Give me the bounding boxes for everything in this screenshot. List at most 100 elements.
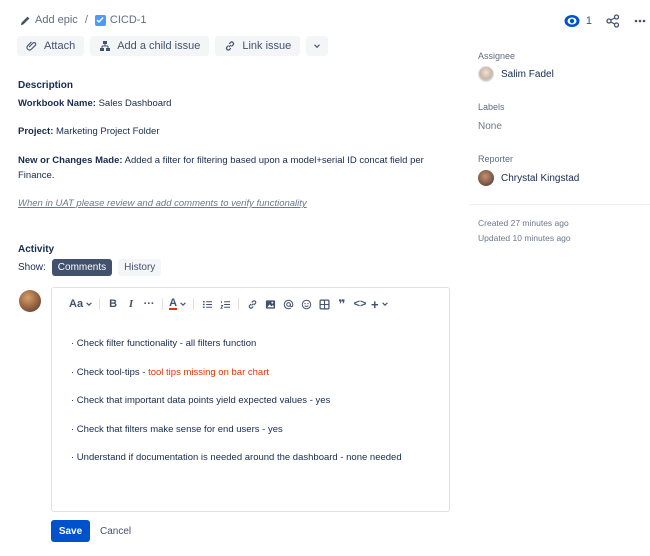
italic-button[interactable]: I <box>124 296 138 312</box>
toolbar-divider <box>99 298 101 310</box>
text-color-label: A <box>169 297 178 310</box>
save-button[interactable]: Save <box>51 520 90 542</box>
reporter-name: Chrystal Kingstad <box>501 172 580 184</box>
code-button[interactable]: <> <box>353 296 367 312</box>
line-text: · Check that important data points yield… <box>71 395 331 406</box>
cancel-button[interactable]: Cancel <box>100 520 131 542</box>
table-icon <box>319 299 330 309</box>
link-icon <box>248 299 256 309</box>
link-issue-button[interactable]: Link issue <box>215 36 301 56</box>
add-child-label: Add a child issue <box>117 40 201 52</box>
add-epic-link[interactable]: Add epic <box>20 14 78 26</box>
tab-comments[interactable]: Comments <box>51 259 113 276</box>
avatar <box>19 290 41 312</box>
comment-body[interactable]: · Check filter functionality - all filte… <box>71 338 402 481</box>
changes-line: New or Changes Made: Added a filter for … <box>18 153 438 183</box>
comment-line: · Check that important data points yield… <box>71 395 402 424</box>
issue-actions: Attach Add a child issue Link issue <box>17 36 329 56</box>
show-label: Show: <box>18 262 46 273</box>
line-text: · Check that filters make sense for end … <box>71 423 283 435</box>
paperclip-icon <box>26 41 37 51</box>
toolbar-divider <box>193 298 195 310</box>
changes-label: New or Changes Made: <box>18 155 123 166</box>
avatar <box>478 170 494 186</box>
checkbox-icon <box>94 14 106 26</box>
project-label: Project: <box>18 126 54 137</box>
line-text: · Check tool-tips - <box>71 366 149 378</box>
comment-line: · Check filter functionality - all filte… <box>71 338 402 367</box>
assignee-label: Assignee <box>478 51 516 61</box>
add-child-issue-button[interactable]: Add a child issue <box>90 36 210 56</box>
bullet-list-button[interactable] <box>200 296 214 312</box>
emoji-icon <box>301 299 311 309</box>
header-actions: 1 <box>564 14 646 28</box>
comment-line: · Understand if documentation is needed … <box>71 452 402 481</box>
pencil-icon <box>20 16 30 25</box>
toolbar-divider <box>162 298 164 310</box>
link-issue-label: Link issue <box>242 40 292 52</box>
assignee-name: Salim Fadel <box>501 68 554 80</box>
table-button[interactable] <box>317 296 331 312</box>
eye-icon <box>564 15 580 27</box>
line-text: · Check filter functionality - all filte… <box>71 338 257 349</box>
comment-line: · Check tool-tips - tool tips missing on… <box>71 367 402 396</box>
uat-note: When in UAT please review and add commen… <box>18 198 307 209</box>
more-icon[interactable] <box>634 19 646 23</box>
editor-toolbar: Aa B I ··· A ❞ <> + <box>69 296 393 312</box>
assignee-field[interactable]: Salim Fadel <box>478 66 554 82</box>
tab-history[interactable]: History <box>118 259 162 276</box>
reporter-label: Reporter <box>478 154 514 164</box>
chevron-down-icon <box>314 44 321 49</box>
attach-button[interactable]: Attach <box>17 36 85 56</box>
project-line: Project: Marketing Project Folder <box>18 124 438 139</box>
text-style-label: Aa <box>69 298 84 310</box>
avatar <box>478 66 494 82</box>
workbook-value: Sales Dashboard <box>95 98 172 109</box>
activity-filter: Show: Comments History <box>18 259 162 276</box>
line-highlight: tool tips missing on bar chart <box>148 366 269 378</box>
reporter-field[interactable]: Chrystal Kingstad <box>478 170 579 186</box>
text-style-button[interactable]: Aa <box>69 296 93 312</box>
activity-heading: Activity <box>18 244 55 255</box>
labels-label: Labels <box>478 102 505 112</box>
workbook-line: Workbook Name: Sales Dashboard <box>18 96 438 111</box>
hierarchy-icon <box>100 41 111 51</box>
chevron-down-icon <box>86 302 92 306</box>
link-icon <box>226 41 235 51</box>
insert-button[interactable]: + <box>371 296 389 312</box>
chevron-down-icon <box>381 302 388 306</box>
comment-line: · Check that filters make sense for end … <box>71 424 402 453</box>
numbered-list-icon <box>219 300 230 309</box>
emoji-button[interactable] <box>299 296 313 312</box>
chevron-down-icon <box>180 302 186 306</box>
comment-editor[interactable]: Aa B I ··· A ❞ <> + · Check filter funct… <box>51 287 450 512</box>
share-icon[interactable] <box>606 14 620 28</box>
numbered-list-button[interactable] <box>218 296 232 312</box>
issue-key-link[interactable]: CICD-1 <box>94 14 147 26</box>
quote-button[interactable]: ❞ <box>335 296 349 312</box>
image-icon <box>265 299 275 309</box>
created-timestamp: Created 27 minutes ago <box>478 218 569 228</box>
image-button[interactable] <box>263 296 277 312</box>
updated-timestamp: Updated 10 minutes ago <box>478 233 571 243</box>
line-text: · Understand if documentation is needed … <box>71 452 402 463</box>
bullet-list-icon <box>202 300 212 308</box>
more-formatting-button[interactable]: ··· <box>142 296 156 312</box>
breadcrumb: Add epic / CICD-1 <box>20 14 147 26</box>
toolbar-divider <box>238 298 240 310</box>
workbook-label: Workbook Name: <box>18 98 96 109</box>
description-heading: Description <box>18 80 74 91</box>
mention-button[interactable] <box>281 296 295 312</box>
issue-key: CICD-1 <box>109 14 147 26</box>
labels-value[interactable]: None <box>478 121 502 132</box>
text-color-button[interactable]: A <box>169 296 187 312</box>
bold-button[interactable]: B <box>106 296 120 312</box>
project-value: Marketing Project Folder <box>53 126 160 137</box>
watch-button[interactable]: 1 <box>564 14 592 28</box>
add-epic-label: Add epic <box>35 14 78 26</box>
at-sign-icon <box>283 299 293 309</box>
link-button[interactable] <box>245 296 259 312</box>
sidebar-divider <box>470 204 650 205</box>
more-actions-button[interactable] <box>306 36 329 56</box>
breadcrumb-separator: / <box>84 14 88 26</box>
